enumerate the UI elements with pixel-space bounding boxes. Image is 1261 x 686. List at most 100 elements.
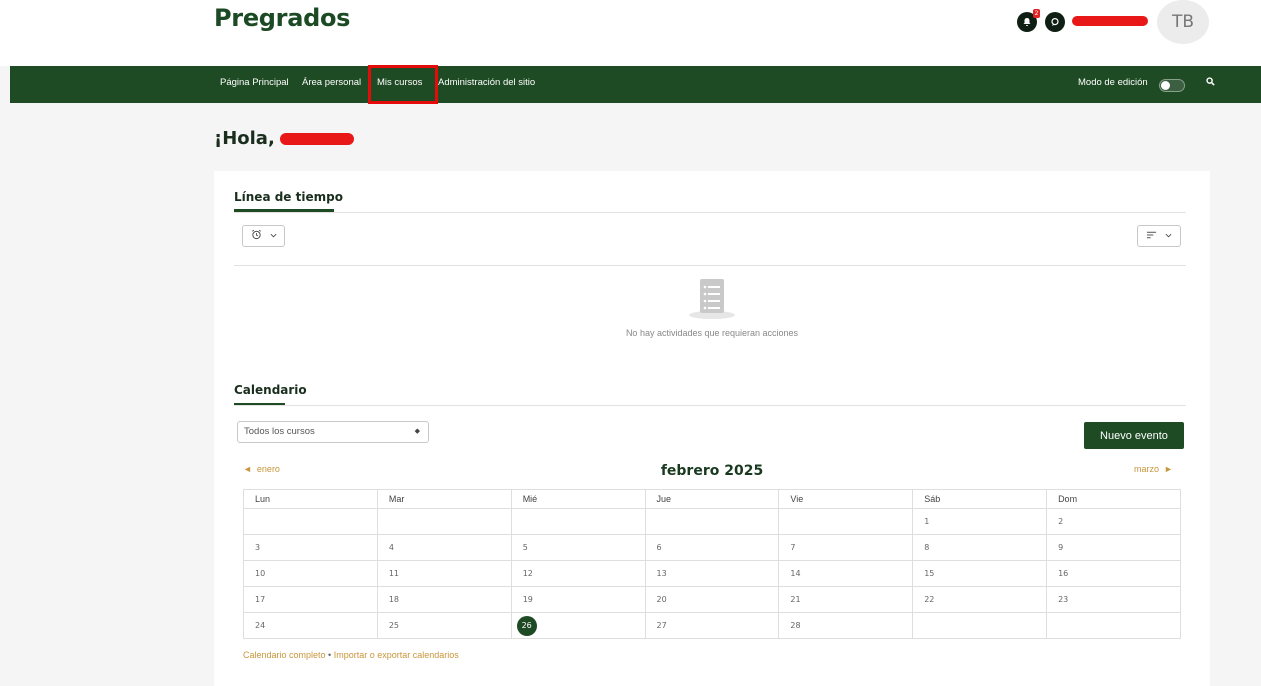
search-icon[interactable] — [1206, 77, 1215, 89]
calendar-day-cell[interactable]: 4 — [376, 534, 512, 561]
calendar-day-number: 23 — [1058, 595, 1069, 604]
calendar-empty-cell — [778, 508, 914, 535]
site-title[interactable]: Pregrados — [214, 4, 350, 32]
calendar-week-row: 3 4 5 6 7 8 9 — [243, 534, 1181, 561]
calendar-day-number: 3 — [255, 543, 261, 552]
nav-item-administracion-del-sitio[interactable]: Administración del sitio — [438, 77, 535, 88]
calendar-day-cell[interactable]: 6 — [644, 534, 780, 561]
calendar-day-cell[interactable]: 28 — [778, 612, 914, 639]
calendar-day-number: 10 — [255, 569, 266, 578]
nav-item-pagina-principal[interactable]: Página Principal — [220, 77, 289, 88]
calendar-empty-cell — [912, 612, 1048, 639]
chevron-down-icon — [270, 231, 277, 241]
weekday-header-cell: Sáb — [912, 489, 1048, 509]
calendar-day-cell[interactable]: 24 — [243, 612, 378, 639]
calendar-day-number: 27 — [656, 621, 667, 630]
calendar-day-cell[interactable]: 18 — [376, 586, 512, 613]
calendar-day-cell[interactable]: 2 — [1046, 508, 1181, 535]
weekday-header-cell: Mar — [376, 489, 512, 509]
mis-cursos-highlight-box — [368, 65, 438, 104]
weekday-header-cell: Vie — [778, 489, 914, 509]
calendar-day-number: 9 — [1058, 543, 1064, 552]
calendar-day-cell[interactable]: 11 — [376, 560, 512, 587]
page-greeting: ¡Hola, — [214, 128, 275, 149]
edit-mode-toggle[interactable] — [1159, 79, 1185, 92]
chevron-down-icon — [1165, 231, 1172, 241]
calendar-day-cell[interactable]: 12 — [510, 560, 646, 587]
calendar-day-number: 2 — [1058, 517, 1064, 526]
calendar-day-number: 21 — [790, 595, 801, 604]
calendar-day-cell[interactable]: 8 — [912, 534, 1048, 561]
notification-badge: 2 — [1033, 9, 1040, 18]
calendar-day-cell[interactable]: 21 — [778, 586, 914, 613]
calendar-day-number: 18 — [388, 595, 400, 604]
primary-navigation: Página Principal Área personal Mis curso… — [10, 65, 1261, 104]
sort-lines-icon — [1146, 231, 1157, 242]
calendar-day-cell[interactable]: 5 — [510, 534, 646, 561]
calendar-day-cell[interactable]: 1 — [912, 508, 1048, 535]
new-event-button[interactable]: Nuevo evento — [1084, 422, 1184, 449]
timeline-empty-message: No hay actividades que requieran accione… — [625, 328, 799, 338]
calendar-week-row: 12 — [243, 508, 1181, 535]
calendar-day-cell[interactable]: 17 — [243, 586, 378, 613]
calendar-title: Calendario — [234, 383, 307, 397]
calendar-day-cell[interactable]: 10 — [243, 560, 378, 587]
full-calendar-link[interactable]: Calendario completo — [243, 650, 326, 660]
calendar-day-cell[interactable]: 16 — [1046, 560, 1181, 587]
calendar-day-cell[interactable]: 22 — [912, 586, 1048, 613]
nav-item-area-personal[interactable]: Área personal — [302, 77, 361, 88]
calendar-day-number: 4 — [388, 543, 394, 552]
calendar-day-number: 7 — [790, 543, 796, 552]
calendar-day-cell[interactable]: 26 — [510, 612, 646, 639]
calendar-day-cell[interactable]: 27 — [644, 612, 780, 639]
calendar-empty-cell — [376, 508, 512, 535]
footer-separator: • — [325, 650, 334, 660]
calendar-day-cell[interactable]: 3 — [243, 534, 378, 561]
user-avatar[interactable]: TB — [1157, 0, 1209, 44]
calendar-day-number: 1 — [924, 517, 930, 526]
calendar-day-number: 19 — [522, 595, 533, 604]
next-month-link[interactable]: marzo ► — [1134, 464, 1173, 474]
calendar-day-cell[interactable]: 9 — [1046, 534, 1181, 561]
course-filter-value: Todos los cursos — [244, 426, 315, 437]
messages-chat-icon[interactable] — [1045, 12, 1065, 32]
top-header: Pregrados 2 TB — [0, 0, 1261, 66]
calendar-day-cell[interactable]: 25 — [376, 612, 512, 639]
select-caret-icon: ◆ — [414, 428, 420, 435]
timeline-date-filter-button[interactable] — [242, 225, 285, 247]
calendar-empty-cell — [1046, 612, 1181, 639]
timeline-sort-button[interactable] — [1137, 225, 1181, 247]
calendar-divider — [234, 405, 1186, 406]
empty-activities-illustration-icon — [688, 277, 736, 321]
course-filter-select[interactable]: Todos los cursos ◆ — [237, 421, 429, 443]
weekday-header-cell: Jue — [644, 489, 780, 509]
dashboard-card: Línea de tiempo No hay actividades que r… — [214, 171, 1210, 686]
calendar-day-number: 20 — [656, 595, 667, 604]
calendar-day-cell[interactable]: 7 — [778, 534, 914, 561]
alarm-clock-icon — [251, 229, 262, 243]
notifications-bell-icon[interactable]: 2 — [1017, 9, 1040, 32]
calendar-day-cell[interactable]: 14 — [778, 560, 914, 587]
calendar-day-cell[interactable]: 13 — [644, 560, 780, 587]
calendar-weekday-header: Lun Mar Mié Jue Vie Sáb Dom — [243, 489, 1181, 509]
calendar-day-cell[interactable]: 20 — [644, 586, 780, 613]
calendar-day-number: 25 — [388, 621, 400, 630]
calendar-day-number: 13 — [656, 569, 667, 578]
user-name-redacted — [1072, 16, 1148, 26]
weekday-header-cell: Mié — [510, 489, 646, 509]
timeline-divider — [234, 212, 1186, 213]
calendar-day-number: 28 — [790, 621, 801, 630]
calendar-day-number: 6 — [656, 543, 662, 552]
calendar-week-row: 17 18 19 20 21 22 23 — [243, 586, 1181, 613]
import-export-calendars-link[interactable]: Importar o exportar calendarios — [334, 650, 459, 660]
calendar-day-number: 8 — [924, 543, 930, 552]
calendar-month-grid: Lun Mar Mié Jue Vie Sáb Dom 1 2 3 4 5 6 7 8 9 10 11 12 13 1… — [243, 489, 1181, 639]
toggle-knob — [1161, 81, 1170, 90]
calendar-day-cell[interactable]: 19 — [510, 586, 646, 613]
today-day-marker: 26 — [516, 615, 537, 636]
calendar-day-cell[interactable]: 23 — [1046, 586, 1181, 613]
calendar-week-row: 24 25 26 27 28 — [243, 612, 1181, 639]
calendar-day-cell[interactable]: 15 — [912, 560, 1048, 587]
calendar-day-number: 5 — [522, 543, 528, 552]
calendar-empty-cell — [644, 508, 780, 535]
